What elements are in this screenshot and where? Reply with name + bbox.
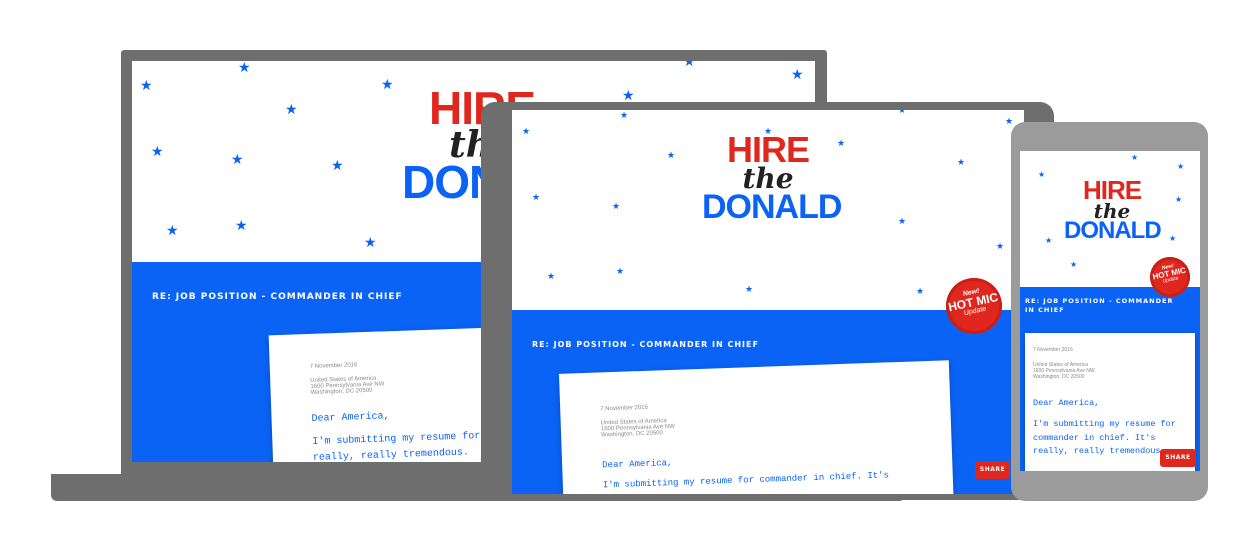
star-icon: ★ <box>532 193 541 203</box>
share-button[interactable]: SHARE <box>1160 449 1196 467</box>
star-icon: ★ <box>151 144 164 160</box>
star-icon: ★ <box>522 127 531 137</box>
star-icon: ★ <box>612 202 621 212</box>
star-icon: ★ <box>1131 153 1139 162</box>
star-icon: ★ <box>1005 117 1014 127</box>
letter-date: 7 November 2016 <box>1033 347 1073 353</box>
star-icon: ★ <box>285 102 298 118</box>
star-icon: ★ <box>381 77 394 93</box>
phone-screen: ★ ★ ★ ★ ★ ★ ★ HIRE the DONALD RE: JOB PO… <box>1020 151 1200 471</box>
star-icon: ★ <box>916 287 925 297</box>
star-icon: ★ <box>837 139 846 149</box>
star-icon: ★ <box>683 61 696 70</box>
star-icon: ★ <box>166 223 179 239</box>
letter-section: RE: JOB POSITION - COMMANDER IN CHIEF 7 … <box>512 310 1024 494</box>
logo[interactable]: HIRE the DONALD <box>1064 177 1162 244</box>
star-icon: ★ <box>331 158 344 174</box>
letter-address-line3: Washington, DC 20500 <box>1033 374 1085 380</box>
subject-line: RE: JOB POSITION - COMMANDER IN CHIEF <box>1025 297 1174 315</box>
hero-section: ★ ★ ★ ★ ★ ★ ★ ★ ★ ★ ★ ★ ★ ★ ★ ★ HIRE the… <box>512 110 1024 310</box>
star-icon: ★ <box>622 88 635 104</box>
star-icon: ★ <box>898 110 907 116</box>
letter-date: 7 November 2016 <box>600 404 649 413</box>
star-icon: ★ <box>1177 162 1185 171</box>
share-button[interactable]: SHARE <box>975 461 1010 479</box>
star-icon: ★ <box>957 158 966 168</box>
star-icon: ★ <box>547 272 556 282</box>
star-icon: ★ <box>364 235 377 251</box>
subject-line: RE: JOB POSITION - COMMANDER IN CHIEF <box>532 340 759 349</box>
star-icon: ★ <box>898 217 907 227</box>
star-icon: ★ <box>235 218 248 234</box>
star-icon: ★ <box>620 111 629 121</box>
subject-line: RE: JOB POSITION - COMMANDER IN CHIEF <box>152 292 403 302</box>
star-icon: ★ <box>140 78 153 94</box>
letter-greeting: Dear America, <box>1033 398 1100 408</box>
letter-section: RE: JOB POSITION - COMMANDER IN CHIEF 7 … <box>1020 287 1200 471</box>
star-icon: ★ <box>1175 195 1183 204</box>
star-icon: ★ <box>1038 170 1046 179</box>
star-icon: ★ <box>745 285 754 295</box>
star-icon: ★ <box>231 152 244 168</box>
star-icon: ★ <box>1045 236 1053 245</box>
logo-donald: DONALD <box>1064 217 1162 244</box>
star-icon: ★ <box>667 151 676 161</box>
star-icon: ★ <box>1169 234 1177 243</box>
star-icon: ★ <box>791 67 804 83</box>
letter-paper: 7 November 2016 United States of America… <box>558 360 956 494</box>
star-icon: ★ <box>1070 260 1078 269</box>
star-icon: ★ <box>996 242 1005 252</box>
tablet-screen: ★ ★ ★ ★ ★ ★ ★ ★ ★ ★ ★ ★ ★ ★ ★ ★ HIRE the… <box>512 110 1024 494</box>
letter-body: I'm submitting my resume for commander i… <box>602 470 890 494</box>
star-icon: ★ <box>616 267 625 277</box>
logo[interactable]: HIRE the DONALD <box>702 132 842 226</box>
star-icon: ★ <box>238 61 251 76</box>
letter-greeting: Dear America, <box>602 457 673 471</box>
logo-donald: DONALD <box>702 188 842 226</box>
